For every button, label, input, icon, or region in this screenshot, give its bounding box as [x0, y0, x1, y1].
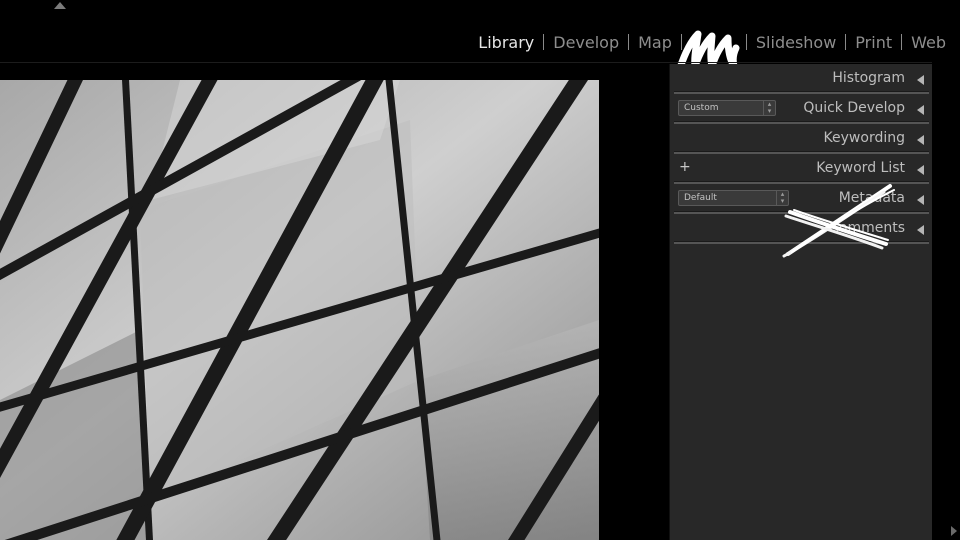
select-stepper-icon: ▴ ▾	[776, 191, 788, 205]
metadata-preset-select[interactable]: Default ▴ ▾	[678, 190, 789, 206]
panel-title-quick-develop: Quick Develop	[803, 100, 905, 116]
panel-histogram[interactable]: Histogram	[670, 64, 933, 94]
right-panel: Histogram Custom ▴ ▾ Quick Develop Keywor…	[669, 64, 933, 540]
module-separator	[680, 34, 682, 50]
panel-keyword-list[interactable]: + Keyword List	[670, 154, 933, 184]
select-stepper-icon: ▴ ▾	[763, 101, 775, 115]
collapse-triangle-icon[interactable]	[917, 135, 924, 145]
module-library[interactable]: Library	[469, 33, 543, 52]
panel-keywording[interactable]: Keywording	[670, 124, 933, 154]
module-map[interactable]: Map	[629, 33, 681, 52]
panel-title-keyword-list: Keyword List	[816, 160, 905, 176]
module-develop[interactable]: Develop	[544, 33, 628, 52]
metadata-preset-value: Default	[684, 193, 717, 203]
module-print[interactable]: Print	[846, 33, 901, 52]
lightroom-window: Library Develop Map Slideshow Print Web	[0, 0, 960, 540]
collapse-triangle-icon[interactable]	[917, 105, 924, 115]
quick-develop-preset-value: Custom	[684, 103, 719, 113]
loupe-photo[interactable]	[0, 80, 599, 540]
panel-title-keywording: Keywording	[823, 130, 905, 146]
module-slideshow[interactable]: Slideshow	[747, 33, 845, 52]
panel-metadata[interactable]: Default ▴ ▾ Metadata	[670, 184, 933, 214]
collapse-triangle-icon[interactable]	[917, 165, 924, 175]
module-web[interactable]: Web	[902, 33, 946, 52]
header-divider	[0, 62, 932, 63]
quick-develop-preset-select[interactable]: Custom ▴ ▾	[678, 100, 776, 116]
panel-comments[interactable]: Comments	[670, 214, 933, 244]
panel-divider	[674, 241, 929, 244]
collapse-triangle-icon[interactable]	[917, 75, 924, 85]
panel-title-metadata: Metadata	[838, 190, 905, 206]
module-picker: Library Develop Map Slideshow Print Web	[469, 28, 946, 73]
right-edge-gutter	[932, 64, 960, 540]
top-panel-collapse-arrow-icon[interactable]	[54, 2, 66, 9]
add-keyword-plus-icon[interactable]: +	[679, 159, 691, 175]
panel-title-histogram: Histogram	[832, 70, 905, 86]
panel-quick-develop[interactable]: Custom ▴ ▾ Quick Develop	[670, 94, 933, 124]
architecture-photo-image	[0, 80, 599, 540]
collapse-triangle-icon[interactable]	[917, 225, 924, 235]
panel-title-comments: Comments	[829, 220, 905, 236]
collapse-triangle-icon[interactable]	[917, 195, 924, 205]
right-panel-collapse-arrow-icon[interactable]	[951, 526, 957, 536]
